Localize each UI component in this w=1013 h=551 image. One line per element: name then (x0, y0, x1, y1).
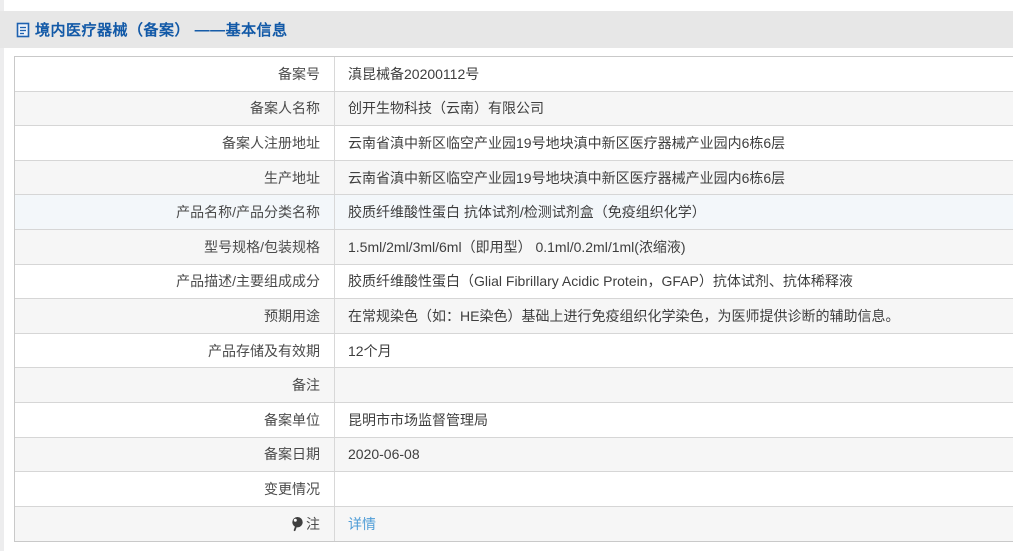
row-label: 备案单位 (264, 411, 320, 428)
row-value-cell: 创开生物科技（云南）有限公司 (335, 92, 1013, 126)
table-row: 产品存储及有效期 12个月 (15, 333, 1013, 369)
row-value: 2020-06-08 (348, 446, 420, 463)
row-label-cell: 备案人注册地址 (15, 126, 335, 160)
table-row: 变更情况 (15, 472, 1013, 507)
table-row: 预期用途 在常规染色（如：HE染色）基础上进行免疫组织化学染色，为医师提供诊断的… (15, 299, 1013, 334)
row-label: 备案人注册地址 (222, 134, 320, 151)
bulb-icon (291, 516, 304, 532)
row-value: 胶质纤维酸性蛋白（Glial Fibrillary Acidic Protein… (348, 273, 853, 290)
row-label-cell: 备案人名称 (15, 91, 335, 126)
row-value: 胶质纤维酸性蛋白 抗体试剂/检测试剂盒（免疫组织化学） (348, 204, 706, 221)
row-value-cell (335, 368, 1013, 402)
row-value-cell: 昆明市市场监督管理局 (335, 403, 1013, 437)
row-label-cell: 备案号 (15, 57, 335, 91)
row-label: 备注 (292, 377, 320, 394)
row-label-cell: 备案单位 (15, 402, 335, 437)
detail-link[interactable]: 详情 (348, 514, 376, 534)
basic-info-table: 备案号 滇昆械备20200112号 备案人名称 创开生物科技（云南）有限公司 备… (14, 56, 1013, 543)
row-label-cell: 变更情况 (15, 472, 335, 506)
row-label: 注 (306, 516, 320, 533)
row-value: 创开生物科技（云南）有限公司 (348, 100, 544, 117)
row-label: 备案号 (278, 65, 320, 82)
table-row: 备案日期 2020-06-08 (15, 437, 1013, 473)
row-value-cell: 云南省滇中新区临空产业园19号地块滇中新区医疗器械产业园内6栋6层 (335, 126, 1013, 160)
row-label-cell: 型号规格/包装规格 (15, 229, 335, 264)
row-label-cell: 备案日期 (15, 437, 335, 472)
table-row: 备案人注册地址 云南省滇中新区临空产业园19号地块滇中新区医疗器械产业园内6栋6… (15, 126, 1013, 161)
row-value: 云南省滇中新区临空产业园19号地块滇中新区医疗器械产业园内6栋6层 (348, 134, 786, 151)
row-value: 12个月 (348, 342, 392, 359)
row-value-cell: 12个月 (335, 334, 1013, 368)
page-title-text: 境内医疗器械（备案） ——基本信息 (35, 22, 288, 39)
row-label: 生产地址 (264, 169, 320, 186)
table-row: 产品名称/产品分类名称 胶质纤维酸性蛋白 抗体试剂/检测试剂盒（免疫组织化学） (15, 195, 1013, 230)
row-value: 云南省滇中新区临空产业园19号地块滇中新区医疗器械产业园内6栋6层 (348, 169, 786, 186)
table-row: 备案人名称 创开生物科技（云南）有限公司 (15, 91, 1013, 127)
row-label: 备案人名称 (250, 100, 320, 117)
row-label-cell: 生产地址 (15, 160, 335, 195)
row-label: 产品名称/产品分类名称 (176, 204, 320, 221)
row-value: 昆明市市场监督管理局 (348, 411, 488, 428)
row-label: 型号规格/包装规格 (204, 238, 320, 255)
table-row: 备注 (15, 368, 1013, 403)
table-row: 备案单位 昆明市市场监督管理局 (15, 402, 1013, 438)
row-label-cell: 产品描述/主要组成成分 (15, 264, 335, 299)
row-value-cell: 滇昆械备20200112号 (335, 57, 1013, 91)
row-value-cell: 胶质纤维酸性蛋白 抗体试剂/检测试剂盒（免疫组织化学） (335, 195, 1013, 229)
row-label: 产品描述/主要组成成分 (176, 273, 320, 290)
row-value-cell: 在常规染色（如：HE染色）基础上进行免疫组织化学染色，为医师提供诊断的辅助信息。 (335, 299, 1013, 333)
row-value: 滇昆械备20200112号 (348, 65, 480, 82)
row-label-cell: 备注 (15, 368, 335, 402)
page-title: 境内医疗器械（备案） ——基本信息 (16, 19, 288, 40)
table-row: 备案号 滇昆械备20200112号 (15, 57, 1013, 92)
row-label: 备案日期 (264, 446, 320, 463)
row-value-cell: 胶质纤维酸性蛋白（Glial Fibrillary Acidic Protein… (335, 265, 1013, 299)
row-label: 预期用途 (264, 307, 320, 324)
row-value: 在常规染色（如：HE染色）基础上进行免疫组织化学染色，为医师提供诊断的辅助信息。 (348, 307, 900, 324)
row-value-cell: 2020-06-08 (335, 438, 1013, 472)
table-row: 注 详情 (15, 506, 1013, 542)
document-icon (16, 22, 30, 38)
row-label: 产品存储及有效期 (208, 342, 320, 359)
page-left-margin (0, 0, 4, 551)
table-row: 产品描述/主要组成成分 胶质纤维酸性蛋白（Glial Fibrillary Ac… (15, 264, 1013, 300)
row-label-cell: 产品名称/产品分类名称 (15, 195, 335, 229)
section-header: 境内医疗器械（备案） ——基本信息 (0, 11, 1013, 48)
row-label: 变更情况 (264, 480, 320, 497)
row-value-cell (335, 472, 1013, 506)
row-value-cell: 1.5ml/2ml/3ml/6ml（即用型） 0.1ml/0.2ml/1ml(浓… (335, 230, 1013, 264)
table-row: 生产地址 云南省滇中新区临空产业园19号地块滇中新区医疗器械产业园内6栋6层 (15, 160, 1013, 196)
row-value: 1.5ml/2ml/3ml/6ml（即用型） 0.1ml/0.2ml/1ml(浓… (348, 238, 686, 255)
row-value-cell: 详情 (335, 507, 1013, 542)
row-label-cell: 注 (15, 506, 335, 542)
row-value-cell: 云南省滇中新区临空产业园19号地块滇中新区医疗器械产业园内6栋6层 (335, 161, 1013, 195)
row-label-cell: 产品存储及有效期 (15, 333, 335, 368)
table-row: 型号规格/包装规格 1.5ml/2ml/3ml/6ml（即用型） 0.1ml/0… (15, 229, 1013, 265)
row-label-cell: 预期用途 (15, 299, 335, 333)
